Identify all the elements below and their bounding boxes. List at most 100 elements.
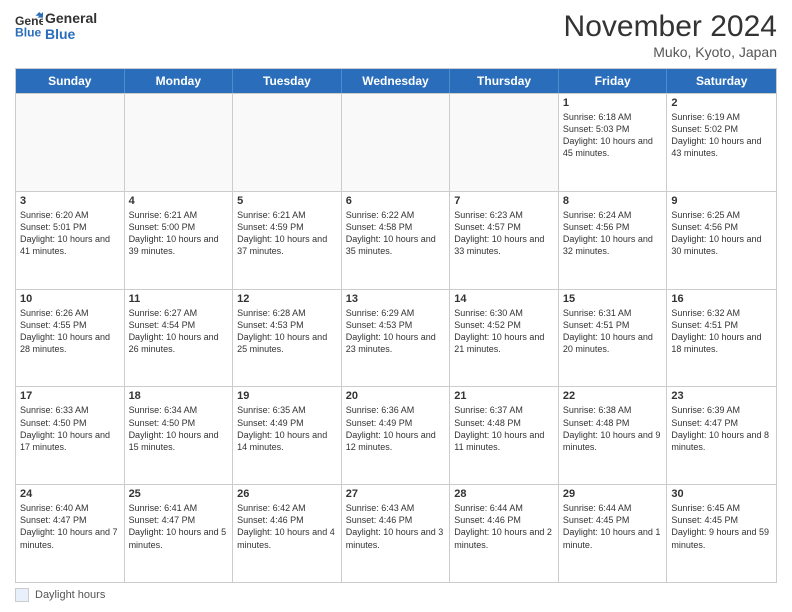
day-number: 10 (20, 293, 120, 305)
cell-info: Sunrise: 6:38 AM Sunset: 4:48 PM Dayligh… (563, 404, 663, 453)
header-monday: Monday (125, 69, 234, 93)
cell-info: Sunrise: 6:31 AM Sunset: 4:51 PM Dayligh… (563, 307, 663, 356)
day-number: 20 (346, 390, 446, 402)
day-number: 19 (237, 390, 337, 402)
cell-info: Sunrise: 6:45 AM Sunset: 4:45 PM Dayligh… (671, 502, 772, 551)
table-row: 27 Sunrise: 6:43 AM Sunset: 4:46 PM Dayli… (342, 485, 451, 582)
cell-info: Sunrise: 6:27 AM Sunset: 4:54 PM Dayligh… (129, 307, 229, 356)
cell-info: Sunrise: 6:21 AM Sunset: 5:00 PM Dayligh… (129, 209, 229, 258)
table-row: 23 Sunrise: 6:39 AM Sunset: 4:47 PM Dayli… (667, 387, 776, 484)
svg-text:Blue: Blue (15, 25, 42, 39)
table-row: 17 Sunrise: 6:33 AM Sunset: 4:50 PM Dayli… (16, 387, 125, 484)
day-number: 5 (237, 195, 337, 207)
legend-box (15, 588, 29, 602)
cell-info: Sunrise: 6:36 AM Sunset: 4:49 PM Dayligh… (346, 404, 446, 453)
day-number: 27 (346, 488, 446, 500)
day-number: 16 (671, 293, 772, 305)
table-row: 22 Sunrise: 6:38 AM Sunset: 4:48 PM Dayli… (559, 387, 668, 484)
day-number: 18 (129, 390, 229, 402)
day-number: 8 (563, 195, 663, 207)
day-number: 26 (237, 488, 337, 500)
day-number: 25 (129, 488, 229, 500)
cell-info: Sunrise: 6:20 AM Sunset: 5:01 PM Dayligh… (20, 209, 120, 258)
table-row: 29Sunrise: 6:44 AM Sunset: 4:45 PM Dayli… (559, 485, 668, 582)
table-row: 24 Sunrise: 6:40 AM Sunset: 4:47 PM Dayli… (16, 485, 125, 582)
cell-info: Sunrise: 6:22 AM Sunset: 4:58 PM Dayligh… (346, 209, 446, 258)
day-number: 22 (563, 390, 663, 402)
cell-info: Sunrise: 6:40 AM Sunset: 4:47 PM Dayligh… (20, 502, 120, 551)
table-row (342, 94, 451, 191)
header-tuesday: Tuesday (233, 69, 342, 93)
table-row: 4 Sunrise: 6:21 AM Sunset: 5:00 PM Daylig… (125, 192, 234, 289)
table-row (450, 94, 559, 191)
header-saturday: Saturday (667, 69, 776, 93)
table-row: 10 Sunrise: 6:26 AM Sunset: 4:55 PM Dayli… (16, 290, 125, 387)
day-number: 6 (346, 195, 446, 207)
table-row: 2 Sunrise: 6:19 AM Sunset: 5:02 PM Daylig… (667, 94, 776, 191)
title-block: November 2024 Muko, Kyoto, Japan (564, 10, 777, 60)
header-thursday: Thursday (450, 69, 559, 93)
table-row: 13Sunrise: 6:29 AM Sunset: 4:53 PM Dayli… (342, 290, 451, 387)
calendar-row-1: 3Sunrise: 6:20 AM Sunset: 5:01 PM Daylig… (16, 191, 776, 289)
table-row (233, 94, 342, 191)
location: Muko, Kyoto, Japan (564, 44, 777, 60)
calendar-row-3: 17 Sunrise: 6:33 AM Sunset: 4:50 PM Dayli… (16, 386, 776, 484)
header-wednesday: Wednesday (342, 69, 451, 93)
cell-info: Sunrise: 6:41 AM Sunset: 4:47 PM Dayligh… (129, 502, 229, 551)
table-row: 30 Sunrise: 6:45 AM Sunset: 4:45 PM Dayli… (667, 485, 776, 582)
table-row: 25 Sunrise: 6:41 AM Sunset: 4:47 PM Dayli… (125, 485, 234, 582)
month-title: November 2024 (564, 10, 777, 44)
cell-info: Sunrise: 6:35 AM Sunset: 4:49 PM Dayligh… (237, 404, 337, 453)
cell-info: Sunrise: 6:29 AM Sunset: 4:53 PM Dayligh… (346, 307, 446, 356)
day-number: 23 (671, 390, 772, 402)
cell-info: Sunrise: 6:24 AM Sunset: 4:56 PM Dayligh… (563, 209, 663, 258)
table-row: 6 Sunrise: 6:22 AM Sunset: 4:58 PM Daylig… (342, 192, 451, 289)
calendar-body: 1Sunrise: 6:18 AM Sunset: 5:03 PM Daylig… (16, 93, 776, 582)
cell-info: Sunrise: 6:21 AM Sunset: 4:59 PM Dayligh… (237, 209, 337, 258)
cell-info: Sunrise: 6:25 AM Sunset: 4:56 PM Dayligh… (671, 209, 772, 258)
table-row: 20 Sunrise: 6:36 AM Sunset: 4:49 PM Dayli… (342, 387, 451, 484)
calendar: Sunday Monday Tuesday Wednesday Thursday… (15, 68, 777, 583)
table-row: 15 Sunrise: 6:31 AM Sunset: 4:51 PM Dayli… (559, 290, 668, 387)
table-row (16, 94, 125, 191)
day-number: 2 (671, 97, 772, 109)
table-row: 26Sunrise: 6:42 AM Sunset: 4:46 PM Dayli… (233, 485, 342, 582)
logo: General Blue General Blue (15, 10, 97, 42)
day-number: 15 (563, 293, 663, 305)
table-row: 14Sunrise: 6:30 AM Sunset: 4:52 PM Dayli… (450, 290, 559, 387)
cell-info: Sunrise: 6:43 AM Sunset: 4:46 PM Dayligh… (346, 502, 446, 551)
header-friday: Friday (559, 69, 668, 93)
cell-info: Sunrise: 6:34 AM Sunset: 4:50 PM Dayligh… (129, 404, 229, 453)
day-number: 1 (563, 97, 663, 109)
table-row: 12Sunrise: 6:28 AM Sunset: 4:53 PM Dayli… (233, 290, 342, 387)
legend-label: Daylight hours (35, 589, 105, 601)
table-row (125, 94, 234, 191)
cell-info: Sunrise: 6:33 AM Sunset: 4:50 PM Dayligh… (20, 404, 120, 453)
logo-icon: General Blue (15, 12, 43, 40)
table-row: 7Sunrise: 6:23 AM Sunset: 4:57 PM Daylig… (450, 192, 559, 289)
day-number: 28 (454, 488, 554, 500)
table-row: 16Sunrise: 6:32 AM Sunset: 4:51 PM Dayli… (667, 290, 776, 387)
table-row: 28 Sunrise: 6:44 AM Sunset: 4:46 PM Dayli… (450, 485, 559, 582)
cell-info: Sunrise: 6:19 AM Sunset: 5:02 PM Dayligh… (671, 111, 772, 160)
day-number: 21 (454, 390, 554, 402)
day-number: 11 (129, 293, 229, 305)
calendar-header: Sunday Monday Tuesday Wednesday Thursday… (16, 69, 776, 93)
table-row: 1Sunrise: 6:18 AM Sunset: 5:03 PM Daylig… (559, 94, 668, 191)
day-number: 17 (20, 390, 120, 402)
day-number: 14 (454, 293, 554, 305)
table-row: 19 Sunrise: 6:35 AM Sunset: 4:49 PM Dayli… (233, 387, 342, 484)
cell-info: Sunrise: 6:44 AM Sunset: 4:46 PM Dayligh… (454, 502, 554, 551)
table-row: 5 Sunrise: 6:21 AM Sunset: 4:59 PM Daylig… (233, 192, 342, 289)
day-number: 4 (129, 195, 229, 207)
cell-info: Sunrise: 6:39 AM Sunset: 4:47 PM Dayligh… (671, 404, 772, 453)
page: General Blue General Blue November 2024 … (0, 0, 792, 612)
table-row: 8 Sunrise: 6:24 AM Sunset: 4:56 PM Daylig… (559, 192, 668, 289)
table-row: 18 Sunrise: 6:34 AM Sunset: 4:50 PM Dayli… (125, 387, 234, 484)
table-row: 11 Sunrise: 6:27 AM Sunset: 4:54 PM Dayli… (125, 290, 234, 387)
day-number: 24 (20, 488, 120, 500)
day-number: 7 (454, 195, 554, 207)
logo-general: General (45, 10, 97, 26)
day-number: 30 (671, 488, 772, 500)
cell-info: Sunrise: 6:26 AM Sunset: 4:55 PM Dayligh… (20, 307, 120, 356)
